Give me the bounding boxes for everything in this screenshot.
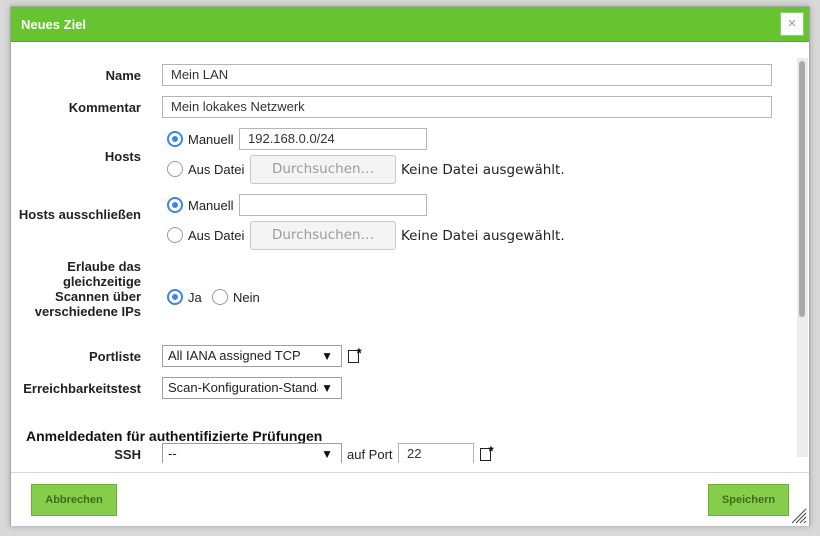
hosts-manual-radio[interactable] <box>167 131 183 147</box>
resize-grip-icon[interactable] <box>789 506 807 524</box>
hosts-browse-button[interactable]: Durchsuchen… <box>250 155 396 184</box>
dialog-footer: Abbrechen Speichern <box>11 472 809 526</box>
ssh-port-label: auf Port <box>347 447 393 462</box>
new-ssh-credential-icon[interactable] <box>479 445 495 461</box>
hosts-file-status: Keine Datei ausgewählt. <box>401 162 565 178</box>
name-label: Name <box>105 68 141 83</box>
content-scrollbar[interactable] <box>797 58 808 457</box>
exclude-browse-button[interactable]: Durchsuchen… <box>250 221 396 250</box>
ssh-label: SSH <box>114 447 141 462</box>
alive-test-label: Erreichbarkeitstest <box>23 381 141 396</box>
close-icon: × <box>787 15 797 32</box>
simultaneous-yes-radio[interactable] <box>167 289 183 305</box>
exclude-manual-label: Manuell <box>188 198 234 213</box>
port-list-value: All IANA assigned TCP <box>168 349 301 363</box>
port-list-select[interactable]: All IANA assigned TCP ▼ <box>162 345 342 367</box>
exclude-manual-input[interactable] <box>239 194 427 216</box>
alive-test-value: Scan-Konfiguration-Standard <box>168 381 318 395</box>
port-list-label: Portliste <box>88 349 141 364</box>
simultaneous-yes-label: Ja <box>188 290 202 305</box>
ssh-port-input[interactable]: 22 <box>398 443 474 463</box>
exclude-hosts-label: Hosts ausschließen <box>18 207 141 222</box>
close-button[interactable]: × <box>780 12 804 36</box>
simultaneous-no-label: Nein <box>233 290 260 305</box>
ssh-credential-value: -- <box>168 447 177 461</box>
simultaneous-no-radio[interactable] <box>212 289 228 305</box>
save-button[interactable]: Speichern <box>708 484 789 516</box>
exclude-manual-radio[interactable] <box>167 197 183 213</box>
hosts-manual-input[interactable]: 192.168.0.0/24 <box>239 128 427 150</box>
comment-label: Kommentar <box>68 100 141 115</box>
dialog-title: Neues Ziel <box>21 17 87 32</box>
hosts-manual-label: Manuell <box>188 132 234 147</box>
dialog-content[interactable]: Name Mein LAN Kommentar Mein lokakes Net… <box>11 43 797 463</box>
credentials-section-title: Anmeldedaten für authentifizierte Prüfun… <box>26 428 323 444</box>
chevron-down-icon: ▼ <box>321 381 333 395</box>
hosts-file-radio[interactable] <box>167 161 183 177</box>
hosts-label: Hosts <box>104 149 141 164</box>
chevron-down-icon: ▼ <box>321 349 333 363</box>
scrollbar-thumb[interactable] <box>799 61 805 317</box>
comment-input[interactable]: Mein lokakes Netzwerk <box>162 96 772 118</box>
new-target-dialog: Neues Ziel × Name Mein LAN Kommentar Mei… <box>10 6 810 526</box>
exclude-file-radio[interactable] <box>167 227 183 243</box>
cancel-button[interactable]: Abbrechen <box>31 484 117 516</box>
alive-test-select[interactable]: Scan-Konfiguration-Standard ▼ <box>162 377 342 399</box>
exclude-file-label: Aus Datei <box>188 228 245 243</box>
dialog-titlebar[interactable]: Neues Ziel × <box>11 7 809 42</box>
simultaneous-ips-label: Erlaube das gleichzeitige Scannen über v… <box>34 259 141 319</box>
name-input[interactable]: Mein LAN <box>162 64 772 86</box>
chevron-down-icon: ▼ <box>321 447 333 461</box>
exclude-file-status: Keine Datei ausgewählt. <box>401 228 565 244</box>
new-port-list-icon[interactable] <box>347 347 363 363</box>
hosts-file-label: Aus Datei <box>188 162 245 177</box>
ssh-credential-select[interactable]: -- ▼ <box>162 443 342 463</box>
